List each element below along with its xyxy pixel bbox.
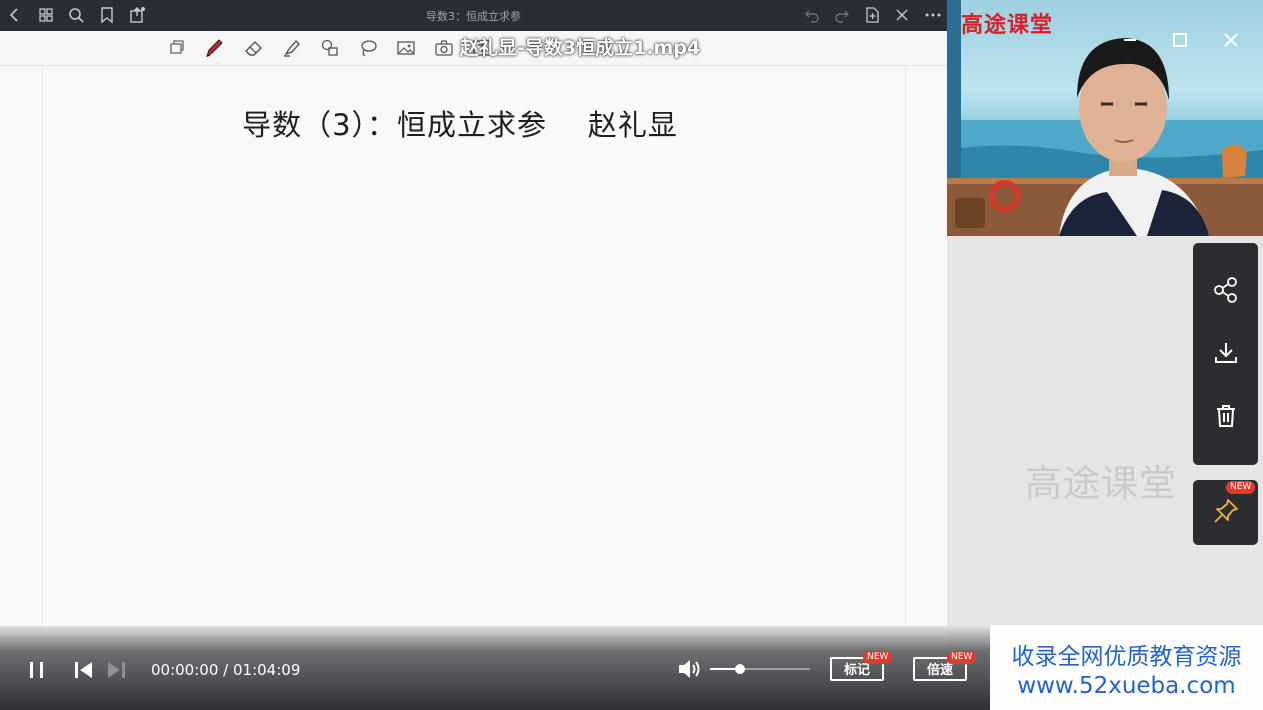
download-button[interactable]	[1193, 323, 1258, 387]
eraser-icon[interactable]	[243, 37, 265, 59]
trash-icon	[1212, 402, 1240, 434]
video-file-title: 赵礼显-导数3恒成立1.mp4	[460, 37, 701, 59]
new-badge: NEW	[947, 651, 977, 664]
volume-slider[interactable]	[710, 664, 810, 674]
lasso-icon[interactable]	[357, 37, 379, 59]
share-icon	[1212, 276, 1240, 308]
playback-time: 00:00:00 / 01:04:09	[151, 661, 300, 679]
delete-button[interactable]	[1193, 386, 1258, 450]
teacher-webcam[interactable]: 高途课堂	[947, 0, 1263, 236]
image-icon[interactable]	[395, 37, 417, 59]
undo-icon[interactable]	[803, 6, 821, 24]
camera-icon[interactable]	[433, 37, 455, 59]
more-icon[interactable]	[924, 6, 942, 24]
close-window-icon[interactable]	[1221, 30, 1241, 50]
banner-slogan: 收录全网优质教育资源	[1011, 644, 1242, 670]
next-icon[interactable]	[106, 659, 128, 685]
lesson-heading: 导数（3）：恒成立求参 赵礼显	[242, 108, 678, 142]
minimize-icon[interactable]	[1120, 30, 1140, 50]
select-icon[interactable]	[166, 37, 188, 59]
highlighter-icon[interactable]	[281, 37, 303, 59]
resource-banner: 收录全网优质教育资源 www.52xueba.com	[990, 625, 1263, 710]
pin-button[interactable]: NEW	[1193, 480, 1258, 545]
brand-watermark: 高途课堂	[1025, 462, 1177, 505]
pin-icon	[1211, 496, 1241, 530]
volume-icon[interactable]	[676, 657, 702, 685]
volume-knob[interactable]	[735, 664, 745, 674]
new-badge: NEW	[863, 651, 893, 664]
add-page-icon[interactable]	[863, 6, 881, 24]
pen-icon[interactable]	[203, 37, 225, 59]
pause-icon[interactable]	[26, 659, 48, 685]
action-toolbar	[1193, 243, 1258, 465]
camera-brand-logo: 高途课堂	[961, 13, 1054, 38]
page-margin-left	[42, 66, 43, 626]
share-button[interactable]	[1193, 260, 1258, 324]
top-bar: 导数3：恒成立求参	[0, 0, 947, 31]
page-margin-right	[905, 66, 906, 626]
download-icon	[1212, 339, 1240, 371]
redo-icon[interactable]	[833, 6, 851, 24]
shapes-icon[interactable]	[319, 37, 341, 59]
new-badge: NEW	[1226, 481, 1256, 494]
current-time: 00:00:00	[151, 661, 219, 679]
whiteboard-canvas[interactable]: 导数（3）：恒成立求参 赵礼显	[0, 66, 947, 626]
maximize-icon[interactable]	[1170, 30, 1190, 50]
close-icon[interactable]	[893, 6, 911, 24]
time-separator: /	[223, 661, 229, 679]
total-time: 01:04:09	[233, 661, 301, 679]
previous-icon[interactable]	[72, 659, 94, 685]
banner-url[interactable]: www.52xueba.com	[990, 673, 1263, 699]
